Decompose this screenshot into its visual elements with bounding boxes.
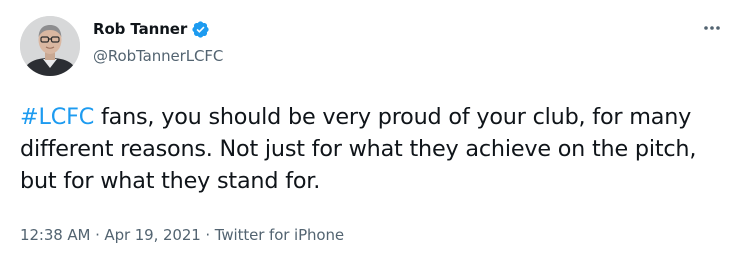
author-name-row[interactable]: Rob Tanner xyxy=(93,18,210,40)
tweet-metadata: 12:38 AM · Apr 19, 2021 · Twitter for iP… xyxy=(20,226,344,244)
tweet-source[interactable]: Twitter for iPhone xyxy=(215,226,344,244)
verified-badge-icon xyxy=(191,20,210,39)
author-handle[interactable]: @RobTannerLCFC xyxy=(93,47,223,65)
tweet-date[interactable]: Apr 19, 2021 xyxy=(104,226,200,244)
tweet-text: #LCFC fans, you should be very proud of … xyxy=(20,101,725,197)
author-display-name[interactable]: Rob Tanner xyxy=(93,20,187,38)
tweet-body: fans, you should be very proud of your c… xyxy=(20,104,697,194)
more-options-icon[interactable] xyxy=(701,20,723,36)
hashtag-link[interactable]: #LCFC xyxy=(20,104,94,130)
avatar[interactable] xyxy=(20,16,80,76)
tweet-card: Rob Tanner @RobTannerLCFC #LCFC fans, yo… xyxy=(0,0,737,263)
meta-separator: · xyxy=(90,226,105,244)
tweet-time[interactable]: 12:38 AM xyxy=(20,226,91,244)
meta-separator: · xyxy=(200,226,215,244)
avatar-photo xyxy=(20,16,80,76)
